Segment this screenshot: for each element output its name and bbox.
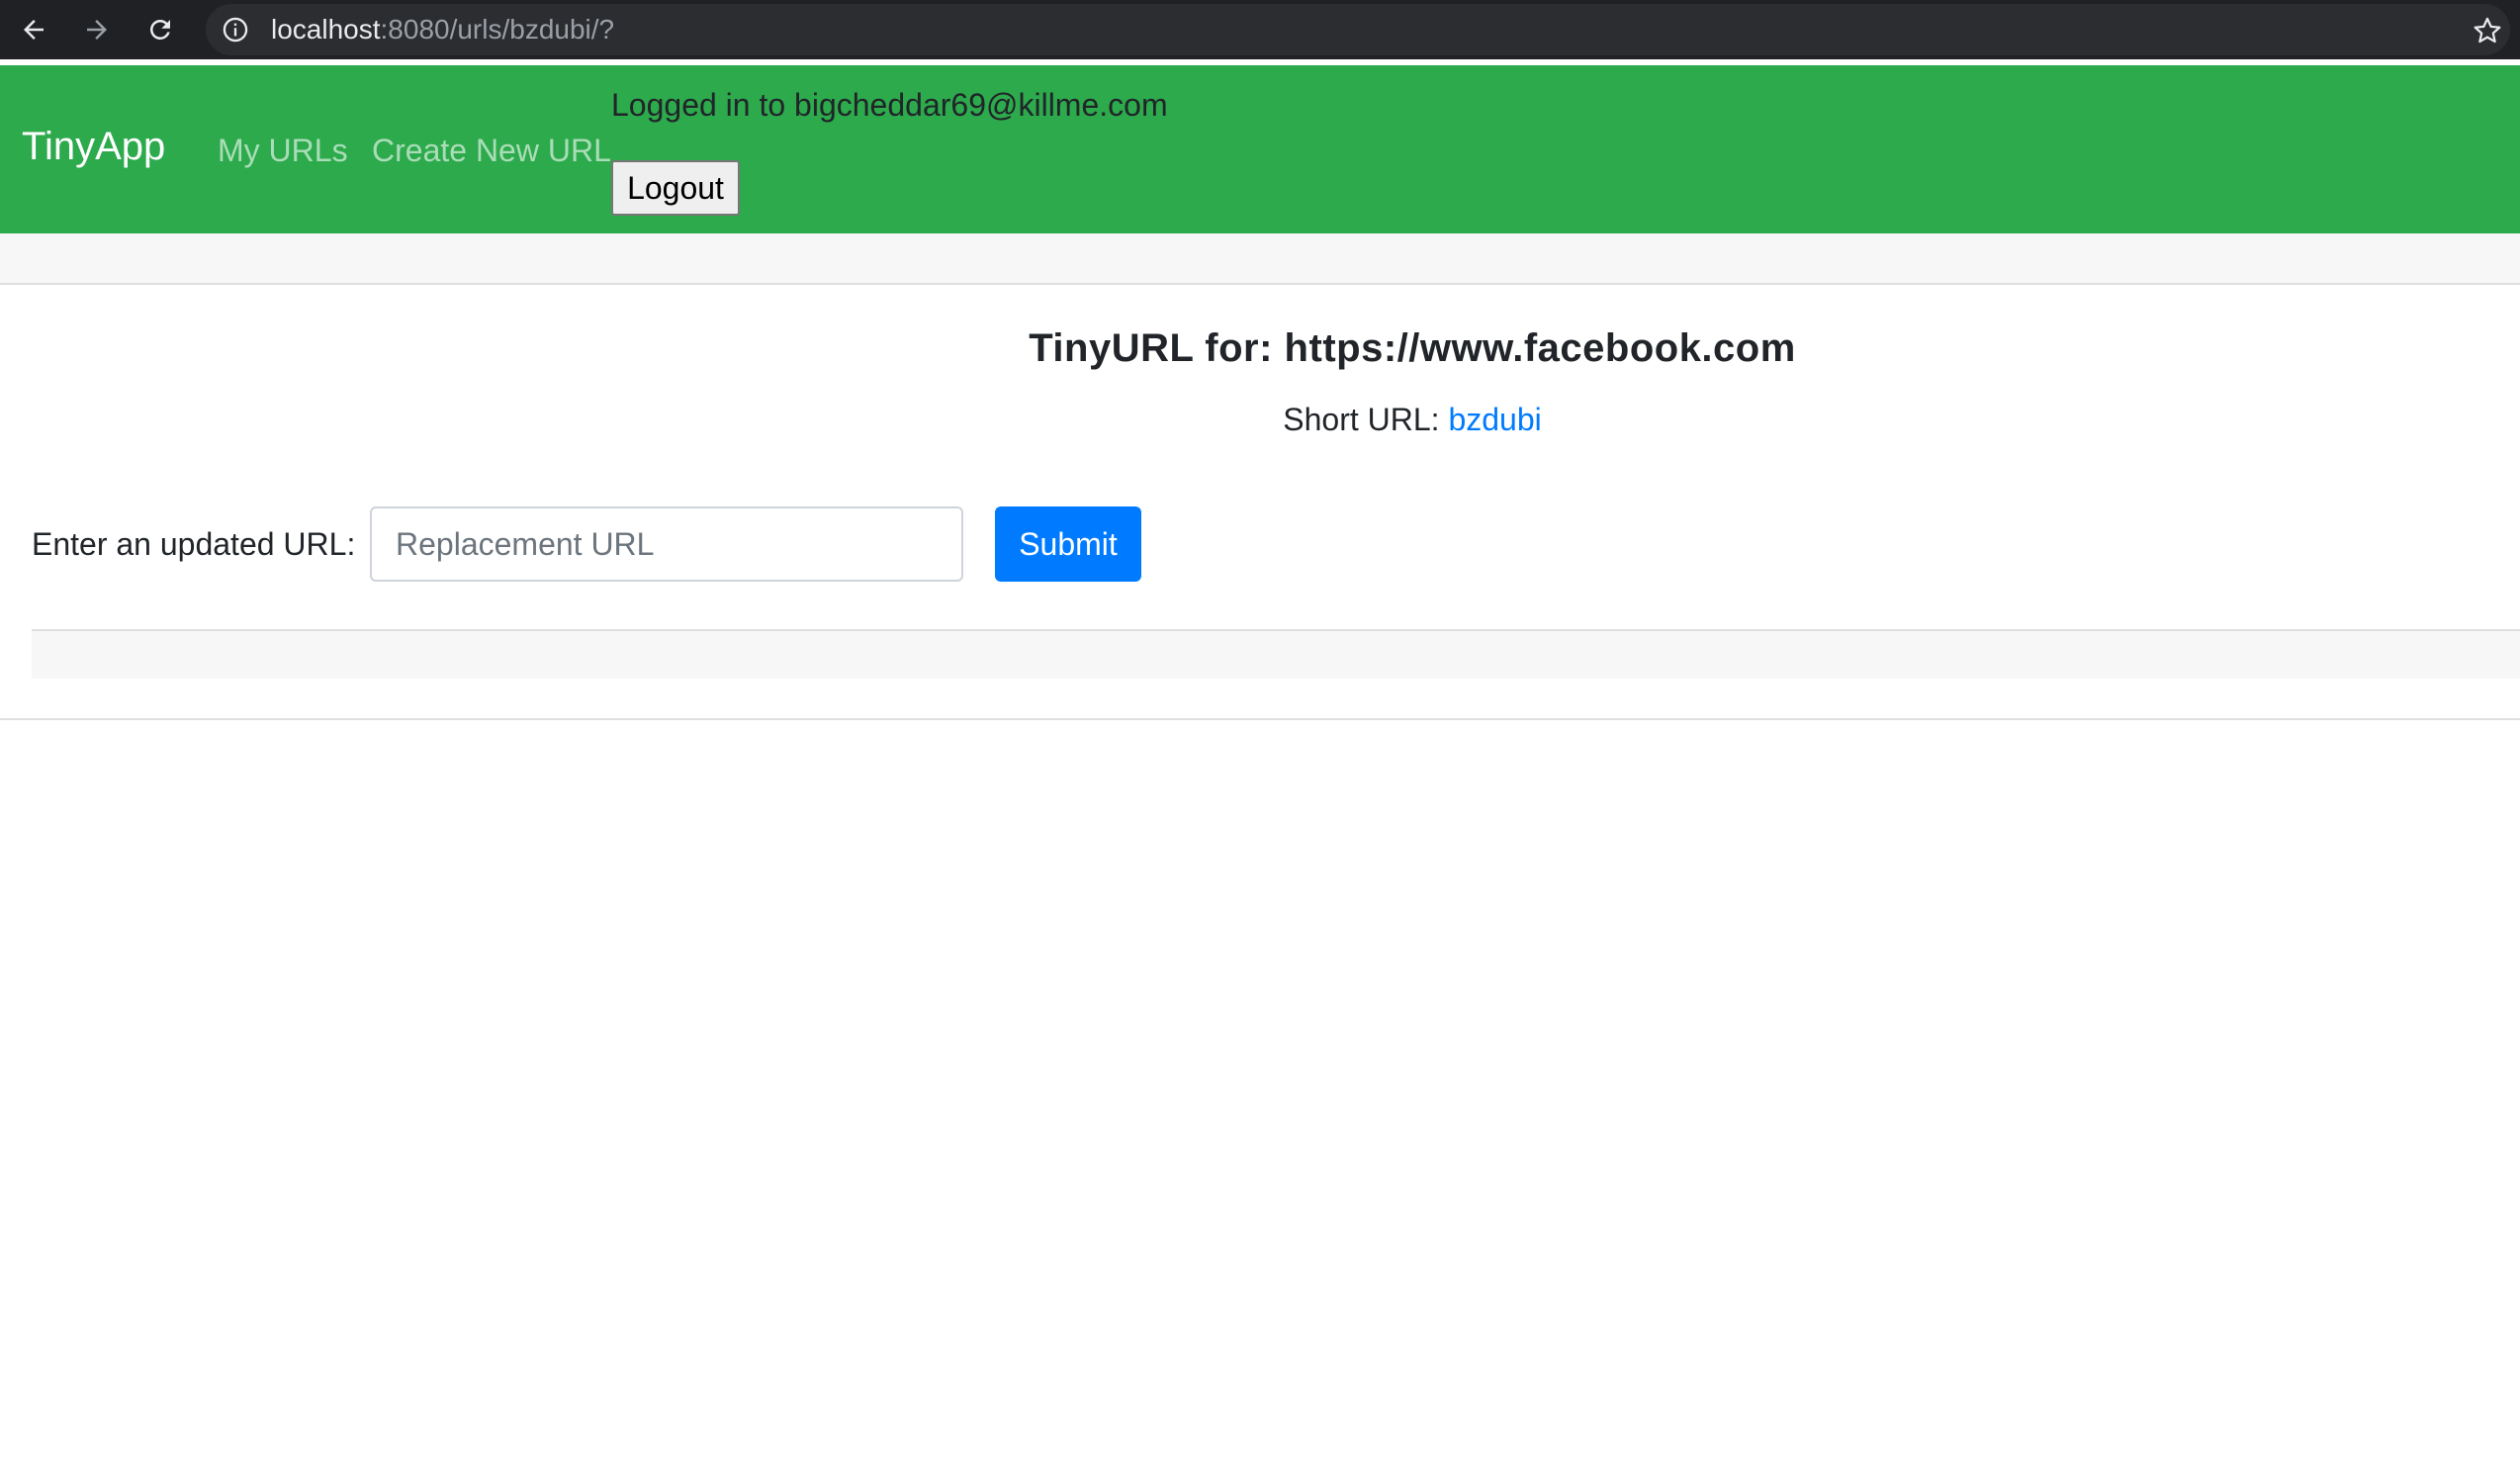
back-arrow-icon: [24, 20, 44, 40]
page-divider: [0, 718, 2520, 720]
logged-in-text: Logged in to bigcheddar69@killme.com: [611, 87, 1168, 123]
card-footer: [32, 631, 2520, 679]
bookmark-star-icon[interactable]: [2471, 14, 2504, 47]
info-icon[interactable]: [222, 16, 249, 44]
address-bar[interactable]: localhost:8080/urls/bzdubi/?: [206, 4, 2510, 55]
card-header: [0, 233, 2520, 285]
short-url-link[interactable]: bzdubi: [1448, 402, 1541, 437]
short-url-label: Short URL:: [1283, 402, 1440, 437]
address-path: :8080/urls/bzdubi/?: [380, 14, 615, 45]
title-wrapper: TinyURL for: https://www.facebook.com: [0, 322, 2520, 382]
short-url-line: Short URL: bzdubi: [0, 400, 2520, 439]
update-url-label: Enter an updated URL:: [32, 526, 356, 562]
nav-link-my-urls[interactable]: My URLs: [218, 133, 348, 168]
short-url-wrapper: Short URL: bzdubi: [0, 400, 2520, 443]
reload-icon: [150, 20, 170, 40]
address-host: localhost: [271, 14, 381, 45]
page-title: TinyURL for: https://www.facebook.com: [1029, 326, 1796, 370]
brand-link[interactable]: TinyApp: [22, 125, 165, 168]
reload-button[interactable]: [138, 8, 182, 51]
forward-arrow-icon: [87, 20, 107, 40]
replacement-url-input[interactable]: [370, 506, 963, 582]
forward-button[interactable]: [75, 8, 119, 51]
browser-toolbar: localhost:8080/urls/bzdubi/?: [0, 0, 2520, 59]
nav-link-create-new-url[interactable]: Create New URL: [372, 133, 611, 168]
submit-button[interactable]: Submit: [995, 506, 1141, 582]
logout-button[interactable]: Logout: [611, 160, 740, 216]
address-url: localhost:8080/urls/bzdubi/?: [271, 16, 614, 44]
back-button[interactable]: [12, 8, 55, 51]
